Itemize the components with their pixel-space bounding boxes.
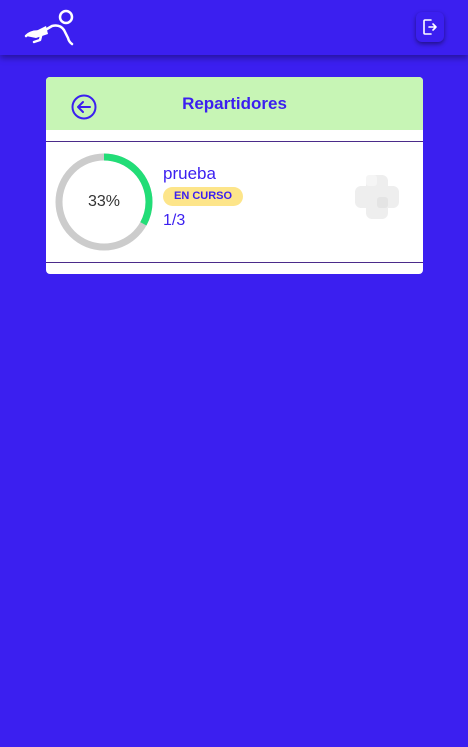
logout-icon bbox=[423, 19, 437, 35]
placeholder-image-icon bbox=[355, 175, 399, 219]
progress-percentage: 33% bbox=[87, 193, 121, 210]
top-bar bbox=[0, 0, 468, 55]
repartidor-row[interactable]: 33% prueba EN CURSO 1/3 bbox=[46, 141, 423, 263]
card-title: Repartidores bbox=[182, 94, 287, 113]
logout-button[interactable] bbox=[416, 12, 444, 42]
delivery-count: 1/3 bbox=[163, 212, 186, 229]
repartidor-name: prueba bbox=[163, 164, 216, 183]
card-header: Repartidores bbox=[46, 77, 423, 130]
status-badge: EN CURSO bbox=[163, 187, 244, 206]
repartidores-card: Repartidores 33% prueba EN CURSO 1/3 bbox=[46, 77, 423, 274]
running-person-logo-icon[interactable] bbox=[22, 8, 78, 48]
